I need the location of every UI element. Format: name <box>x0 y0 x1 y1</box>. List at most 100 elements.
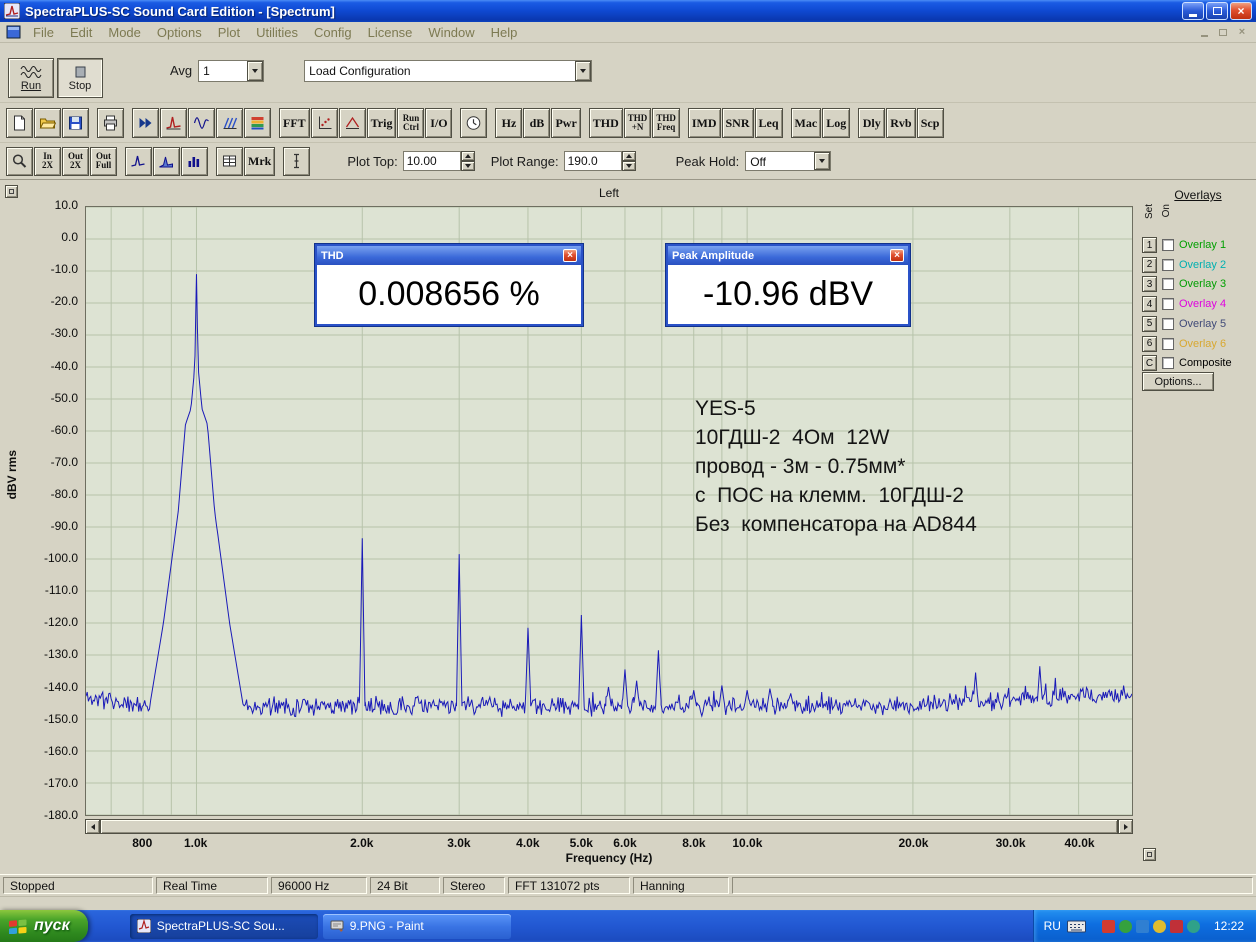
config-dropdown-button[interactable] <box>575 61 592 81</box>
tb-data-table-button[interactable] <box>216 146 243 176</box>
overlay-set-button-3[interactable]: 3 <box>1142 276 1157 293</box>
spin-down-button[interactable] <box>460 161 475 171</box>
menu-window[interactable]: Window <box>420 23 482 42</box>
spin-down-button[interactable] <box>621 161 636 171</box>
tb-fast-forward-button[interactable] <box>132 108 159 138</box>
overlay-checkbox-C[interactable] <box>1162 357 1174 370</box>
tb-vertical-scale-button[interactable] <box>283 146 311 176</box>
overlay-options-button[interactable]: Options... <box>1142 372 1214 391</box>
taskbar-clock[interactable]: 12:22 <box>1214 919 1244 933</box>
overlay-checkbox-1[interactable] <box>1162 239 1174 251</box>
tb-mac-button[interactable]: Mac <box>790 108 822 138</box>
menu-edit[interactable]: Edit <box>62 23 100 42</box>
overlay-checkbox-3[interactable] <box>1162 278 1174 291</box>
tb-zoom-out-full-button[interactable]: Out Full <box>90 146 117 176</box>
load-configuration-combobox[interactable]: Load Configuration <box>304 60 593 82</box>
menu-options[interactable]: Options <box>149 23 210 42</box>
tb-markers-button[interactable]: Mrk <box>244 146 276 176</box>
scroll-thumb[interactable] <box>100 819 1118 834</box>
menu-plot[interactable]: Plot <box>210 23 248 42</box>
tray-icon-4[interactable] <box>1152 919 1166 933</box>
peak-hold-dropdown-button[interactable] <box>814 152 831 170</box>
keyboard-icon[interactable] <box>1066 920 1086 933</box>
menu-file[interactable]: File <box>25 23 62 42</box>
tb-timer-button[interactable] <box>460 108 488 138</box>
tb-snr-button[interactable]: SNR <box>721 108 754 138</box>
stop-button[interactable]: Stop <box>57 58 103 98</box>
menu-utilities[interactable]: Utilities <box>248 23 306 42</box>
tb-time-series-display-button[interactable] <box>188 108 215 138</box>
restore-button[interactable] <box>1206 2 1228 20</box>
tb-spectrogram-display-button[interactable] <box>244 108 271 138</box>
tb-run-control-button[interactable]: Run Ctrl <box>397 108 425 138</box>
spin-up-button[interactable] <box>621 151 636 161</box>
tray-icon-5[interactable] <box>1169 919 1183 933</box>
start-button[interactable]: пуск <box>0 910 88 942</box>
menu-config[interactable]: Config <box>306 23 360 42</box>
tb-trigger-button[interactable]: Trig <box>366 108 397 138</box>
overlay-set-button-4[interactable]: 4 <box>1142 296 1157 313</box>
tb-thd-freq-button[interactable]: THD Freq <box>652 108 680 138</box>
close-button[interactable]: × <box>1230 2 1252 20</box>
tb-open-file-button[interactable] <box>34 108 61 138</box>
tray-icon-2[interactable] <box>1118 919 1132 933</box>
plot-range-input[interactable] <box>563 151 622 171</box>
tb-save-file-button[interactable] <box>62 108 89 138</box>
overlay-set-button-1[interactable]: 1 <box>1142 237 1157 253</box>
tb-reverb-button[interactable]: Rvb <box>886 108 916 138</box>
tb-leq-button[interactable]: Leq <box>754 108 783 138</box>
scroll-left-button[interactable] <box>85 819 100 834</box>
overlay-checkbox-6[interactable] <box>1162 337 1174 350</box>
tb-delay-button[interactable]: Dly <box>858 108 886 138</box>
pane-split-button-bottom[interactable] <box>1143 848 1156 861</box>
tb-zoom-in-2x-button[interactable]: In 2X <box>34 146 61 176</box>
tb-thd-button[interactable]: THD <box>588 108 623 138</box>
language-indicator[interactable]: RU <box>1044 919 1061 933</box>
overlay-checkbox-2[interactable] <box>1162 258 1174 271</box>
tb-db-units-button[interactable]: dB <box>523 108 551 138</box>
tb-print-button[interactable] <box>97 108 124 138</box>
thd-panel-titlebar[interactable]: THD × <box>317 246 581 265</box>
tb-hz-units-button[interactable]: Hz <box>495 108 523 138</box>
run-button[interactable]: Run <box>8 58 54 98</box>
tb-filled-display-button[interactable] <box>153 146 180 176</box>
tb-scaling-button[interactable] <box>310 108 338 138</box>
tb-spectrum-display-button[interactable] <box>160 108 187 138</box>
tb-zoom-out-2x-button[interactable]: Out 2X <box>62 146 89 176</box>
overlay-set-button-C[interactable]: C <box>1142 355 1157 372</box>
minimize-button[interactable] <box>1182 2 1204 20</box>
mdi-close-button[interactable]: × <box>1234 25 1250 39</box>
overlay-set-button-2[interactable]: 2 <box>1142 256 1157 273</box>
tb-io-device-button[interactable]: I/O <box>425 108 453 138</box>
mdi-minimize-button[interactable] <box>1196 25 1212 39</box>
scroll-right-button[interactable] <box>1118 819 1133 834</box>
tb-power-units-button[interactable]: Pwr <box>551 108 581 138</box>
tb-bar-display-button[interactable] <box>181 146 208 176</box>
overlay-checkbox-5[interactable] <box>1162 317 1174 330</box>
overlay-set-button-6[interactable]: 6 <box>1142 335 1157 352</box>
tb-surface-display-button[interactable] <box>216 108 243 138</box>
peak-panel-titlebar[interactable]: Peak Amplitude × <box>668 246 908 265</box>
plot-h-scrollbar[interactable] <box>85 819 1133 834</box>
tb-thd-n-button[interactable]: THD +N <box>623 108 652 138</box>
menu-license[interactable]: License <box>360 23 421 42</box>
spin-up-button[interactable] <box>460 151 475 161</box>
tb-fft-settings-button[interactable]: FFT <box>279 108 310 138</box>
mdi-restore-button[interactable] <box>1215 25 1231 39</box>
overlay-checkbox-4[interactable] <box>1162 298 1174 311</box>
taskbar-task[interactable]: 9.PNG - Paint <box>322 913 511 939</box>
menu-mode[interactable]: Mode <box>100 23 149 42</box>
tb-imd-button[interactable]: IMD <box>687 108 721 138</box>
overlay-set-button-5[interactable]: 5 <box>1142 315 1157 332</box>
tray-icon-3[interactable] <box>1135 919 1149 933</box>
avg-dropdown-button[interactable] <box>247 61 264 81</box>
tb-zoom-button[interactable] <box>6 146 33 176</box>
avg-combobox[interactable]: 1 <box>198 60 265 82</box>
taskbar-task[interactable]: SpectraPLUS-SC Sou... <box>129 913 318 939</box>
menu-help[interactable]: Help <box>483 23 526 42</box>
tb-scope-button[interactable]: Scp <box>916 108 944 138</box>
tray-icon-1[interactable] <box>1101 919 1115 933</box>
tray-icon-6[interactable] <box>1186 919 1200 933</box>
peak-close-button[interactable]: × <box>890 249 904 262</box>
tb-phase-display-button[interactable] <box>338 108 366 138</box>
